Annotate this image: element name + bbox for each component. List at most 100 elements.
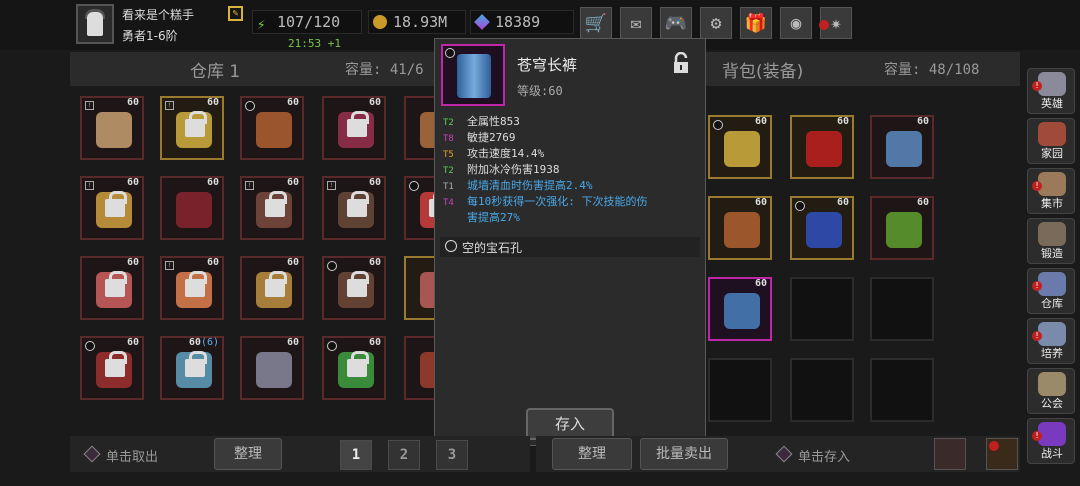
attribute-row: T1 城墙清血时伤害提高2.4%: [443, 178, 593, 195]
backpack-sort-button[interactable]: 整理: [552, 438, 632, 470]
item-slot[interactable]: 60: [708, 115, 772, 179]
attribute-text: 附加冰冷伤害1938: [467, 163, 560, 176]
attribute-tier: T5: [443, 150, 454, 160]
store-hint[interactable]: 单击存入: [798, 446, 850, 465]
shop-cart-icon[interactable]: 🛒: [580, 7, 612, 39]
mail-icon[interactable]: ✉: [620, 7, 652, 39]
lock-icon: [265, 191, 287, 217]
item-slot[interactable]: 60: [708, 277, 772, 341]
gold-coin-icon: [373, 15, 387, 29]
gamepad-icon[interactable]: 🎮: [660, 7, 692, 39]
lock-icon: [185, 111, 207, 137]
attribute-text: 敏捷2769: [467, 131, 516, 144]
item-icon: [806, 212, 842, 248]
potion-filter-icon[interactable]: [986, 438, 1018, 470]
nav-label: 家园: [1041, 147, 1063, 160]
item-slot[interactable]: ! 60: [80, 176, 144, 240]
unlock-icon[interactable]: [673, 52, 689, 74]
item-slot[interactable]: [708, 358, 772, 422]
nav-castle[interactable]: 家园: [1027, 118, 1075, 164]
item-slot[interactable]: 60: [240, 256, 304, 320]
bulk-sell-button[interactable]: 批量卖出: [640, 438, 728, 470]
take-out-hint[interactable]: 单击取出: [106, 446, 158, 465]
page-1-button[interactable]: 1: [340, 440, 372, 470]
color-wheel-icon[interactable]: ◉: [780, 7, 812, 39]
gem-icon: [474, 14, 490, 30]
settings-gear-icon[interactable]: ⚙: [700, 7, 732, 39]
firework-icon[interactable]: ✷: [819, 7, 852, 39]
player-rank: 勇者1-6阶: [122, 29, 178, 43]
item-slot[interactable]: 60: [708, 196, 772, 260]
lock-icon: [185, 351, 207, 377]
attribute-row: T5 攻击速度14.4%: [443, 146, 544, 163]
item-slot[interactable]: [790, 358, 854, 422]
alert-badge-icon: !: [1032, 331, 1042, 341]
armor-filter-icon[interactable]: [934, 438, 966, 470]
edit-name-icon[interactable]: ✎: [228, 6, 243, 21]
attribute-text: 攻击速度14.4%: [467, 147, 545, 160]
item-slot[interactable]: 60: [790, 115, 854, 179]
item-level-label: 60: [206, 97, 219, 108]
nav-portal[interactable]: ! 战斗: [1027, 418, 1075, 464]
item-slot[interactable]: ! 60: [160, 96, 224, 160]
item-level-label: 60: [126, 257, 139, 268]
page-3-button[interactable]: 3: [436, 440, 468, 470]
lock-icon: [105, 271, 127, 297]
item-slot[interactable]: 60: [870, 196, 934, 260]
nav-trophy[interactable]: ! 培养: [1027, 318, 1075, 364]
gold-value: 18.93M: [393, 13, 448, 31]
socket-dot-icon: [795, 201, 805, 211]
item-slot[interactable]: ! 60: [80, 96, 144, 160]
item-slot[interactable]: ! 60: [240, 176, 304, 240]
nav-anvil[interactable]: 锻造: [1027, 218, 1075, 264]
item-slot[interactable]: 60: [80, 256, 144, 320]
lock-icon: [185, 271, 207, 297]
item-name: 苍穹长裤: [517, 56, 578, 74]
nav-helmet[interactable]: ! 英雄: [1027, 68, 1075, 114]
alert-badge-icon: !: [1032, 281, 1042, 291]
alert-badge-icon: !: [1032, 431, 1042, 441]
item-slot[interactable]: 60: [322, 336, 386, 400]
item-level-label: 60: [836, 116, 849, 127]
pants-icon: [457, 54, 491, 98]
nav-guild-crest[interactable]: 公会: [1027, 368, 1075, 414]
item-slot[interactable]: [870, 358, 934, 422]
nav-chest[interactable]: ! 仓库: [1027, 268, 1075, 314]
attribute-tier: T1: [443, 182, 454, 192]
item-level-label: 60: [126, 337, 139, 348]
socket-dot-icon: [245, 101, 255, 111]
warehouse-sort-button[interactable]: 整理: [214, 438, 282, 470]
item-slot[interactable]: ! 60: [322, 176, 386, 240]
helmet-icon: [1038, 72, 1066, 96]
item-slot[interactable]: 60: [160, 176, 224, 240]
item-slot[interactable]: 60(6): [160, 336, 224, 400]
item-icon: [886, 131, 922, 167]
gift-icon[interactable]: 🎁: [740, 7, 772, 39]
nav-label: 仓库: [1041, 297, 1063, 310]
item-slot[interactable]: 60: [870, 115, 934, 179]
page-2-button[interactable]: 2: [388, 440, 420, 470]
item-slot[interactable]: 60: [322, 96, 386, 160]
avatar[interactable]: [76, 4, 114, 44]
socket-dot-icon: [85, 341, 95, 351]
item-icon: [256, 352, 292, 388]
item-slot[interactable]: 60: [240, 96, 304, 160]
lock-icon: [347, 351, 369, 377]
alert-badge-icon: [819, 20, 829, 30]
attribute-text: 害提高27%: [467, 211, 520, 224]
item-slot[interactable]: 60: [80, 336, 144, 400]
quality-mark-icon: !: [85, 181, 94, 190]
lock-icon: [347, 191, 369, 217]
nav-market-stall[interactable]: ! 集市: [1027, 168, 1075, 214]
item-slot[interactable]: 60: [790, 196, 854, 260]
alert-badge-icon: !: [1032, 81, 1042, 91]
attribute-text: 全属性853: [467, 115, 520, 128]
item-slot[interactable]: ! 60: [160, 256, 224, 320]
item-detail-icon: [441, 44, 505, 106]
item-slot[interactable]: 60: [240, 336, 304, 400]
item-slot[interactable]: 60: [322, 256, 386, 320]
item-slot[interactable]: [790, 277, 854, 341]
item-level-label: 60: [754, 197, 767, 208]
item-slot[interactable]: [870, 277, 934, 341]
item-icon: [724, 293, 760, 329]
